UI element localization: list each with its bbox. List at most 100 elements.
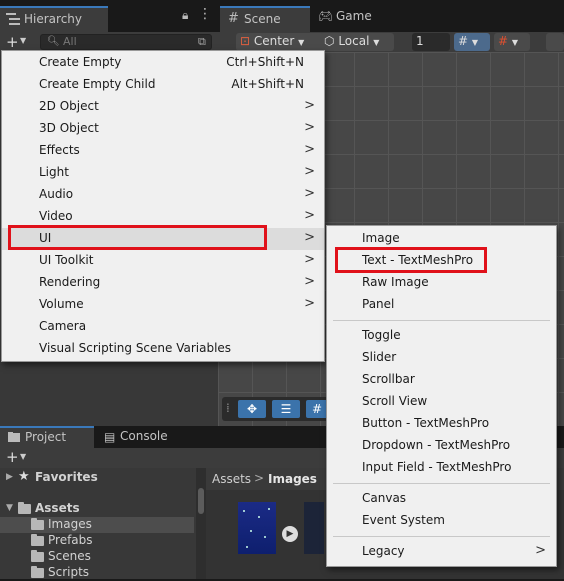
space-dropdown[interactable]: ⬡ Local ▼ — [320, 33, 394, 51]
grid-snap-icon: # — [458, 34, 469, 48]
tree-item-prefabs[interactable]: Prefabs — [0, 533, 194, 549]
gamepad-icon[interactable]: 🎮︎ — [318, 9, 333, 23]
folder-icon — [8, 432, 20, 442]
menu-item-shortcut: Alt+Shift+N — [231, 77, 304, 91]
submenu-item-dropdown-textmeshpro[interactable]: Dropdown - TextMeshPro — [327, 435, 556, 457]
menu-item-light[interactable]: Light > — [2, 162, 324, 184]
folder-icon — [31, 566, 44, 578]
chevron-right-icon: > — [304, 230, 315, 245]
scene-picker-icon[interactable]: ⧉ — [198, 35, 206, 49]
chevron-right-icon: > — [304, 252, 315, 267]
breadcrumb-assets[interactable]: Assets — [212, 472, 251, 486]
submenu-item-canvas[interactable]: Canvas — [327, 488, 556, 510]
chevron-right-icon: > — [304, 296, 315, 311]
menu-item-label: Create Empty — [39, 55, 122, 69]
menu-item-rendering[interactable]: Rendering > — [2, 272, 324, 294]
submenu-item-toggle[interactable]: Toggle — [327, 325, 556, 347]
menu-item-3d-object[interactable]: 3D Object > — [2, 118, 324, 140]
submenu-item-scroll-view[interactable]: Scroll View — [327, 391, 556, 413]
chevron-right-icon: > — [304, 164, 315, 179]
chevron-down-icon[interactable]: ▼ — [20, 452, 26, 461]
submenu-item-input-field-textmeshpro[interactable]: Input Field - TextMeshPro — [327, 457, 556, 479]
scene-extra-button[interactable] — [546, 33, 564, 51]
submenu-item-legacy[interactable]: Legacy > — [327, 541, 556, 563]
console-icon[interactable]: ▤ — [104, 430, 115, 444]
plus-icon[interactable]: + — [6, 448, 19, 466]
submenu-item-label: Scrollbar — [362, 372, 415, 386]
asset-thumbnail[interactable] — [304, 502, 324, 554]
submenu-item-slider[interactable]: Slider — [327, 347, 556, 369]
menu-item-label: Camera — [39, 319, 87, 333]
expand-arrow-icon[interactable]: ▶ — [6, 472, 13, 482]
search-icon: 🔍︎ — [47, 36, 60, 47]
menu-item-effects[interactable]: Effects > — [2, 140, 324, 162]
menu-item-ui-toolkit[interactable]: UI Toolkit > — [2, 250, 324, 272]
menu-item-create-empty-child[interactable]: Create Empty Child Alt+Shift+N — [2, 74, 324, 96]
lock-icon[interactable]: 🔒︎ — [182, 8, 188, 23]
collapse-arrow-icon[interactable]: ▼ — [6, 503, 13, 513]
tab-scene[interactable]: # Scene — [220, 6, 310, 32]
tab-game[interactable]: Game — [336, 9, 372, 23]
submenu-item-label: Canvas — [362, 491, 407, 505]
submenu-item-label: Raw Image — [362, 275, 429, 289]
menu-item-label: Visual Scripting Scene Variables — [39, 341, 232, 355]
menu-item-create-empty[interactable]: Create Empty Ctrl+Shift+N — [2, 52, 324, 74]
grid-snap-toggle[interactable]: # ▼ — [454, 33, 490, 51]
submenu-item-button-textmeshpro[interactable]: Button - TextMeshPro — [327, 413, 556, 435]
folder-icon — [31, 534, 44, 546]
grid-snap-input[interactable]: 1 — [412, 33, 450, 51]
increment-snap-icon: # — [498, 34, 509, 48]
ui-submenu: Image Text - TextMeshPro Raw Image Panel… — [326, 225, 557, 567]
tree-item-label: Assets — [35, 501, 80, 515]
menu-item-label: Light — [39, 165, 69, 179]
kebab-menu-icon[interactable]: ⋮ — [198, 6, 212, 22]
submenu-item-label: Panel — [362, 297, 395, 311]
tab-console[interactable]: Console — [120, 429, 168, 443]
tree-item-assets[interactable]: ▼ Assets — [0, 501, 194, 517]
search-placeholder: All — [63, 35, 77, 48]
play-icon[interactable]: ▶ — [282, 526, 298, 542]
move-tool-icon[interactable]: ✥ — [238, 400, 266, 418]
submenu-item-label: Scroll View — [362, 394, 428, 408]
menu-separator — [333, 320, 550, 321]
submenu-item-label: Dropdown - TextMeshPro — [362, 438, 511, 452]
tree-item-images[interactable]: Images — [0, 517, 194, 533]
hierarchy-icon — [6, 13, 20, 25]
grid-icon[interactable]: # — [306, 400, 328, 418]
menu-separator — [333, 483, 550, 484]
submenu-item-scrollbar[interactable]: Scrollbar — [327, 369, 556, 391]
scene-tools-overlay: ⁞ ✥ ☰ # — [222, 397, 332, 421]
tree-item-favorites[interactable]: ▶ ★ Favorites — [0, 469, 194, 486]
pivot-dropdown[interactable]: ⊡ Center ▼ — [236, 33, 324, 51]
plus-icon[interactable]: + — [6, 33, 19, 51]
pivot-label: Center — [253, 34, 295, 48]
overlay-handle-icon[interactable]: ⁞ — [226, 401, 230, 415]
tree-scrollbar-thumb[interactable] — [198, 488, 204, 514]
breadcrumb-images[interactable]: Images — [268, 472, 317, 486]
submenu-item-label: Button - TextMeshPro — [362, 416, 490, 430]
menu-item-audio[interactable]: Audio > — [2, 184, 324, 206]
tree-scrollbar[interactable] — [196, 468, 206, 579]
tree-item-label: Scenes — [48, 549, 91, 563]
increment-snap-toggle[interactable]: # ▼ — [494, 33, 530, 51]
tree-item-label: Scripts — [48, 565, 90, 579]
submenu-item-raw-image[interactable]: Raw Image — [327, 272, 556, 294]
menu-item-2d-object[interactable]: 2D Object > — [2, 96, 324, 118]
tree-item-scenes[interactable]: Scenes — [0, 549, 194, 565]
search-input[interactable]: 🔍︎ All ⧉ — [40, 34, 212, 50]
menu-item-camera[interactable]: Camera — [2, 316, 324, 338]
tab-hierarchy[interactable]: Hierarchy — [0, 6, 108, 32]
tree-item-label: Images — [48, 517, 92, 531]
asset-thumbnail[interactable] — [238, 502, 276, 554]
chevron-down-icon[interactable]: ▼ — [20, 36, 26, 45]
rect-tool-icon[interactable]: ☰ — [272, 400, 300, 418]
create-context-menu: Create Empty Ctrl+Shift+N Create Empty C… — [1, 50, 325, 362]
hierarchy-toolbar: + ▼ 🔍︎ All ⧉ — [0, 32, 218, 52]
annotation-highlight-ui — [8, 225, 267, 250]
submenu-item-event-system[interactable]: Event System — [327, 510, 556, 532]
menu-item-visual-scripting-scene-variables[interactable]: Visual Scripting Scene Variables — [2, 338, 324, 360]
submenu-item-panel[interactable]: Panel — [327, 294, 556, 316]
chevron-right-icon: > — [304, 186, 315, 201]
tab-project[interactable]: Project — [0, 426, 94, 448]
menu-item-volume[interactable]: Volume > — [2, 294, 324, 316]
